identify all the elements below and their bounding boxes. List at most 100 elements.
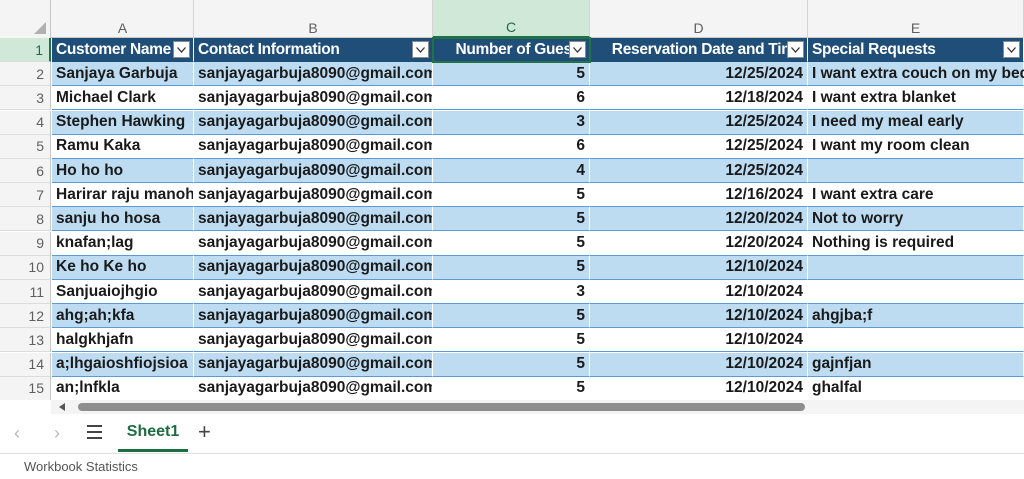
scrollbar-thumb[interactable] (78, 403, 805, 411)
table-cell[interactable]: 12/10/2024 (590, 352, 808, 377)
table-cell[interactable]: sanjayagarbuja8090@gmail.com (194, 207, 433, 232)
table-cell[interactable]: sanju ho hosa (52, 207, 194, 232)
table-cell[interactable]: 12/20/2024 (590, 207, 808, 232)
table-cell[interactable]: sanjayagarbuja8090@gmail.com (194, 304, 433, 329)
table-cell[interactable]: Stephen Hawking (52, 110, 194, 135)
row-header-6[interactable]: 6 (0, 159, 51, 183)
row-header-2[interactable]: 2 (0, 62, 51, 87)
row-header-15[interactable]: 15 (0, 376, 51, 400)
column-header-b[interactable]: B (194, 0, 433, 38)
table-cell[interactable]: Sanjuaiojhgio (52, 280, 194, 304)
table-cell[interactable]: 6 (433, 134, 590, 159)
table-cell[interactable]: 5 (433, 62, 590, 87)
table-header-cell[interactable]: Contact Information (194, 38, 433, 62)
row-header-13[interactable]: 13 (0, 328, 51, 353)
row-header-10[interactable]: 10 (0, 255, 51, 280)
table-cell[interactable]: I want extra care (808, 183, 1024, 208)
table-cell[interactable] (808, 159, 1024, 183)
table-header-cell[interactable]: Number of Guests (433, 38, 590, 62)
table-cell[interactable]: 12/20/2024 (590, 231, 808, 256)
table-cell[interactable]: 12/16/2024 (590, 183, 808, 208)
table-cell[interactable] (808, 328, 1024, 353)
row-header-3[interactable]: 3 (0, 86, 51, 111)
table-cell[interactable]: a;lhgaioshfiojsioa (52, 352, 194, 377)
row-header-5[interactable]: 5 (0, 134, 51, 159)
table-cell[interactable]: 12/10/2024 (590, 280, 808, 304)
table-cell[interactable]: sanjayagarbuja8090@gmail.com (194, 159, 433, 183)
column-header-d[interactable]: D (590, 0, 808, 38)
table-cell[interactable]: sanjayagarbuja8090@gmail.com (194, 231, 433, 256)
table-cell[interactable] (808, 255, 1024, 280)
table-cell[interactable]: 3 (433, 280, 590, 304)
table-cell[interactable]: 5 (433, 376, 590, 400)
table-header-cell[interactable]: Special Requests (808, 38, 1024, 62)
table-cell[interactable]: 12/10/2024 (590, 255, 808, 280)
table-cell[interactable]: 4 (433, 159, 590, 183)
table-cell[interactable]: sanjayagarbuja8090@gmail.com (194, 62, 433, 87)
table-cell[interactable]: knafan;lag (52, 231, 194, 256)
horizontal-scrollbar[interactable] (51, 400, 1024, 414)
row-header-7[interactable]: 7 (0, 183, 51, 208)
table-header-cell[interactable]: Reservation Date and Time (590, 38, 808, 62)
table-cell[interactable]: sanjayagarbuja8090@gmail.com (194, 134, 433, 159)
table-cell[interactable]: 12/25/2024 (590, 62, 808, 87)
row-header-14[interactable]: 14 (0, 352, 51, 377)
table-cell[interactable]: 12/25/2024 (590, 134, 808, 159)
table-header-cell[interactable]: Customer Name (52, 38, 194, 62)
table-cell[interactable] (808, 280, 1024, 304)
table-cell[interactable]: 12/18/2024 (590, 86, 808, 111)
row-header-8[interactable]: 8 (0, 207, 51, 232)
table-cell[interactable]: Ramu Kaka (52, 134, 194, 159)
table-cell[interactable]: 5 (433, 304, 590, 329)
chevron-left-icon[interactable]: ‹ (14, 423, 20, 444)
table-cell[interactable]: sanjayagarbuja8090@gmail.com (194, 352, 433, 377)
table-cell[interactable]: sanjayagarbuja8090@gmail.com (194, 280, 433, 304)
table-cell[interactable]: 5 (433, 352, 590, 377)
scroll-left-arrow-icon[interactable] (59, 403, 65, 411)
plus-icon[interactable]: + (198, 419, 211, 445)
table-cell[interactable]: Harirar raju manoha (52, 183, 194, 208)
table-cell[interactable]: 12/10/2024 (590, 304, 808, 329)
table-cell[interactable]: sanjayagarbuja8090@gmail.com (194, 183, 433, 208)
table-cell[interactable]: 12/25/2024 (590, 110, 808, 135)
select-all-corner[interactable] (0, 0, 51, 38)
table-cell[interactable]: 5 (433, 328, 590, 353)
table-cell[interactable]: 5 (433, 231, 590, 256)
table-cell[interactable]: gajnfjan (808, 352, 1024, 377)
filter-dropdown-icon[interactable] (173, 41, 190, 58)
table-cell[interactable]: sanjayagarbuja8090@gmail.com (194, 110, 433, 135)
table-cell[interactable]: halgkhjafn (52, 328, 194, 353)
table-cell[interactable]: Nothing is required (808, 231, 1024, 256)
table-cell[interactable]: 3 (433, 110, 590, 135)
table-cell[interactable]: ahgjba;f (808, 304, 1024, 329)
table-cell[interactable]: sanjayagarbuja8090@gmail.com (194, 255, 433, 280)
table-cell[interactable]: sanjayagarbuja8090@gmail.com (194, 328, 433, 353)
table-cell[interactable]: 6 (433, 86, 590, 111)
filter-dropdown-icon[interactable] (1003, 41, 1020, 58)
table-cell[interactable]: sanjayagarbuja8090@gmail.com (194, 376, 433, 400)
filter-dropdown-icon[interactable] (787, 41, 804, 58)
table-cell[interactable]: I want extra blanket (808, 86, 1024, 111)
table-cell[interactable]: ghalfal (808, 376, 1024, 400)
workbook-statistics-label[interactable]: Workbook Statistics (24, 459, 138, 474)
table-cell[interactable]: an;lnfkla (52, 376, 194, 400)
table-cell[interactable]: Ke ho Ke ho (52, 255, 194, 280)
table-cell[interactable]: Ho ho ho (52, 159, 194, 183)
filter-dropdown-icon[interactable] (569, 41, 586, 58)
column-header-e[interactable]: E (808, 0, 1024, 38)
row-header-4[interactable]: 4 (0, 110, 51, 135)
row-header-9[interactable]: 9 (0, 231, 51, 256)
column-header-a[interactable]: A (52, 0, 194, 38)
table-cell[interactable]: Sanjaya Garbuja (52, 62, 194, 87)
table-cell[interactable]: Michael Clark (52, 86, 194, 111)
table-cell[interactable]: 5 (433, 207, 590, 232)
table-cell[interactable]: I want my room clean (808, 134, 1024, 159)
table-cell[interactable]: 12/10/2024 (590, 328, 808, 353)
table-cell[interactable]: 12/10/2024 (590, 376, 808, 400)
chevron-right-icon[interactable]: › (54, 423, 60, 444)
table-cell[interactable]: 12/25/2024 (590, 159, 808, 183)
table-cell[interactable]: ahg;ah;kfa (52, 304, 194, 329)
column-header-c[interactable]: C (433, 0, 590, 38)
filter-dropdown-icon[interactable] (412, 41, 429, 58)
row-header-1[interactable]: 1 (0, 38, 51, 62)
